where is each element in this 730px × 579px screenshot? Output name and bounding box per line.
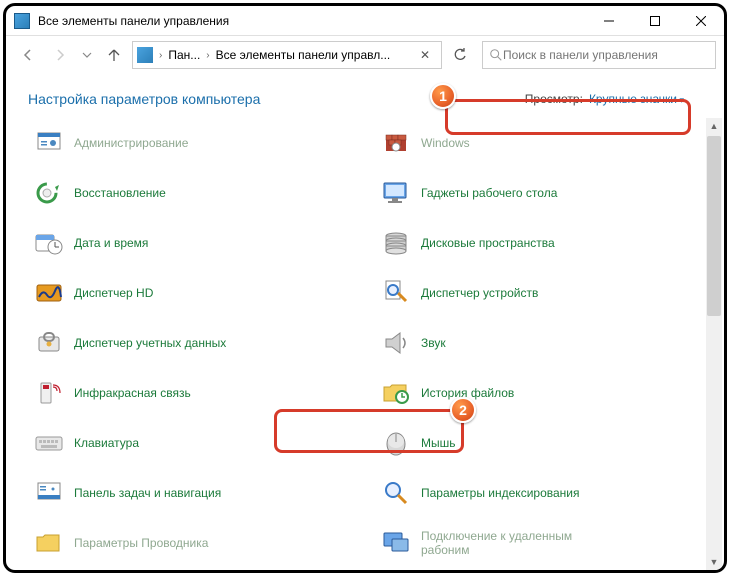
refresh-button[interactable] — [446, 41, 474, 69]
titlebar: Все элементы панели управления — [6, 6, 724, 36]
item-sound[interactable]: Звук — [373, 318, 720, 368]
breadcrumb-seg-1[interactable]: Пан... — [164, 48, 204, 62]
item-label: Панель задач и навигация — [74, 486, 221, 500]
chevron-right-icon[interactable]: › — [157, 50, 164, 61]
back-button[interactable] — [14, 41, 42, 69]
item-remote-desktop[interactable]: Подключение к удаленным рабоним — [373, 518, 720, 568]
view-selector: Просмотр: Крупные значки — [517, 88, 702, 110]
item-label: Дата и время — [74, 236, 148, 250]
maximize-button[interactable] — [632, 6, 678, 36]
mouse-icon — [379, 426, 413, 460]
item-label: Инфракрасная связь — [74, 386, 191, 400]
view-label: Просмотр: — [525, 92, 583, 106]
device-manager-icon — [379, 276, 413, 310]
hd-manager-icon — [32, 276, 66, 310]
date-time-icon — [32, 226, 66, 260]
item-indexing[interactable]: Параметры индексирования — [373, 468, 720, 518]
items-grid: Администрирование Windows Восстановление… — [26, 118, 720, 568]
item-recovery[interactable]: Восстановление — [26, 168, 373, 218]
item-admin[interactable]: Администрирование — [26, 118, 373, 168]
item-infrared[interactable]: Инфракрасная связь — [26, 368, 373, 418]
item-gadgets[interactable]: Гаджеты рабочего стола — [373, 168, 720, 218]
close-button[interactable] — [678, 6, 724, 36]
scroll-thumb[interactable] — [707, 136, 721, 316]
annotation-marker-2: 2 — [450, 397, 476, 423]
scrollbar[interactable]: ▲ ▼ — [706, 118, 722, 570]
item-label: Диспетчер учетных данных — [74, 336, 226, 350]
item-label: Звук — [421, 336, 446, 350]
item-label: Параметры индексирования — [421, 486, 579, 500]
credential-manager-icon — [32, 326, 66, 360]
item-label: Клавиатура — [74, 436, 139, 450]
item-file-history[interactable]: История файлов — [373, 368, 720, 418]
item-device-manager[interactable]: Диспетчер устройств — [373, 268, 720, 318]
keyboard-icon — [32, 426, 66, 460]
indexing-icon — [379, 476, 413, 510]
file-history-icon — [379, 376, 413, 410]
item-datetime[interactable]: Дата и время — [26, 218, 373, 268]
item-explorer-options[interactable]: Параметры Проводника — [26, 518, 373, 568]
item-taskbar[interactable]: Панель задач и навигация — [26, 468, 373, 518]
recovery-icon — [32, 176, 66, 210]
explorer-options-icon — [32, 526, 66, 560]
search-input-wrap[interactable] — [482, 41, 716, 69]
annotation-marker-1: 1 — [430, 83, 456, 109]
breadcrumb-dropdown[interactable]: ✕ — [413, 48, 437, 62]
item-label: Мышь — [421, 436, 456, 450]
search-input[interactable] — [503, 48, 709, 62]
item-label: Параметры Проводника — [74, 536, 208, 550]
desktop-gadgets-icon — [379, 176, 413, 210]
item-label: Дисковые пространства — [421, 236, 555, 250]
item-storage-spaces[interactable]: Дисковые пространства — [373, 218, 720, 268]
window-title: Все элементы панели управления — [38, 14, 586, 28]
item-label: Диспетчер устройств — [421, 286, 538, 300]
breadcrumb-seg-2[interactable]: Все элементы панели управл... — [212, 48, 395, 62]
item-label: Администрирование — [74, 136, 188, 150]
item-label: Гаджеты рабочего стола — [421, 186, 557, 200]
infrared-icon — [32, 376, 66, 410]
chevron-right-icon[interactable]: › — [204, 50, 211, 61]
view-dropdown[interactable]: Крупные значки — [589, 92, 684, 106]
sound-icon — [379, 326, 413, 360]
scroll-up-button[interactable]: ▲ — [706, 118, 722, 134]
storage-spaces-icon — [379, 226, 413, 260]
breadcrumb[interactable]: › Пан... › Все элементы панели управл...… — [132, 41, 442, 69]
app-icon — [14, 13, 30, 29]
recent-dropdown[interactable] — [78, 41, 96, 69]
remote-desktop-icon — [379, 526, 413, 560]
item-mouse[interactable]: Мышь — [373, 418, 720, 468]
item-hd-manager[interactable]: Диспетчер HD — [26, 268, 373, 318]
minimize-button[interactable] — [586, 6, 632, 36]
item-keyboard[interactable]: Клавиатура — [26, 418, 373, 468]
windows-firewall-icon — [379, 126, 413, 160]
item-credential-manager[interactable]: Диспетчер учетных данных — [26, 318, 373, 368]
item-label: Диспетчер HD — [74, 286, 153, 300]
scroll-down-button[interactable]: ▼ — [706, 554, 722, 570]
item-label: Windows — [421, 136, 470, 150]
navbar: › Пан... › Все элементы панели управл...… — [6, 36, 724, 74]
breadcrumb-icon — [137, 47, 153, 63]
up-button[interactable] — [100, 41, 128, 69]
item-windows[interactable]: Windows — [373, 118, 720, 168]
forward-button[interactable] — [46, 41, 74, 69]
admin-tools-icon — [32, 126, 66, 160]
item-label: Восстановление — [74, 186, 166, 200]
taskbar-icon — [32, 476, 66, 510]
item-label: Подключение к удаленным рабоним — [421, 529, 601, 558]
search-icon — [489, 48, 503, 62]
